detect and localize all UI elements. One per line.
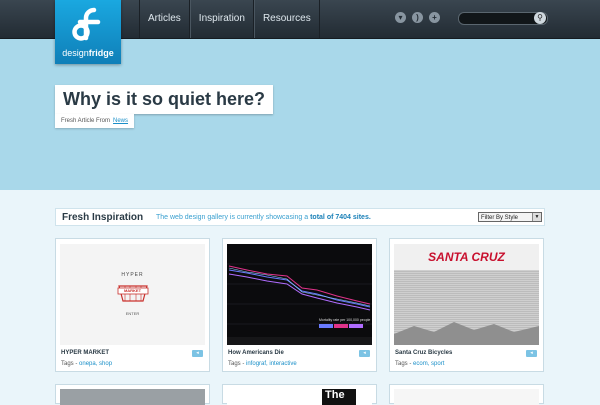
card-thumbnail[interactable] (394, 389, 539, 405)
card-thumbnail[interactable]: The (227, 389, 372, 405)
comment-icon[interactable]: ◂ (526, 350, 537, 357)
nav-resources[interactable]: Resources (253, 0, 320, 38)
site-logo[interactable]: designfridge (55, 0, 121, 64)
chart-caption-text: Mortality rate per 100,000 people (319, 318, 370, 322)
gallery-card-santa-cruz[interactable]: SANTA CRUZ Santa Cruz Bicycles ◂ Tags - … (389, 238, 544, 372)
gallery-card-row2-2[interactable]: The (222, 384, 377, 405)
search-input[interactable] (463, 13, 533, 24)
gallery-card-row2-3[interactable] (389, 384, 544, 405)
gallery-card-row2-1[interactable] (55, 384, 210, 405)
card-title[interactable]: How Americans Die (228, 350, 284, 356)
rss-icon[interactable]: ) (412, 12, 423, 23)
card-title[interactable]: HYPER MARKET (61, 350, 109, 356)
gallery-card-hyper-market[interactable]: HYPER MARKET ENTER HYPER MARKET ◂ Tags -… (55, 238, 210, 372)
gallery-title: Fresh Inspiration (62, 212, 144, 223)
filter-by-style-select[interactable]: Filter By Style ▼ (478, 212, 542, 222)
header-icons: ▾ ) + (395, 12, 440, 23)
logo-df-icon (72, 7, 101, 41)
card-title[interactable]: Santa Cruz Bicycles (395, 350, 452, 356)
main-nav: Articles Inspiration Resources (139, 0, 320, 38)
gallery-description: The web design gallery is currently show… (156, 214, 371, 221)
chevron-down-icon: ▼ (532, 213, 541, 221)
thumb-enter-text: ENTER (125, 311, 140, 316)
card-thumbnail[interactable] (60, 389, 205, 405)
thumb-market-text: MARKET (123, 288, 142, 293)
mountain-silhouette-image (394, 322, 539, 345)
search-icon[interactable]: ⚲ (534, 12, 546, 24)
hero-headline[interactable]: Why is it so quiet here? (55, 85, 274, 114)
nav-articles[interactable]: Articles (139, 0, 190, 38)
thumb-the-text: The (322, 389, 356, 405)
santa-cruz-logo-text: SANTA CRUZ (428, 250, 505, 264)
hero-sub-link[interactable]: News (113, 118, 128, 124)
comment-icon[interactable]: ◂ (192, 350, 203, 357)
logo-wordmark: designfridge (62, 48, 114, 58)
plus-icon[interactable]: + (429, 12, 440, 23)
search-box: ⚲ (458, 12, 548, 25)
card-thumbnail[interactable]: HYPER MARKET ENTER (60, 244, 205, 345)
hero-subline: Fresh Article From News (55, 114, 135, 128)
nav-inspiration[interactable]: Inspiration (189, 0, 254, 38)
hero-sub-prefix: Fresh Article From (61, 118, 111, 124)
card-thumbnail[interactable]: SANTA CRUZ (394, 244, 539, 345)
twitter-icon[interactable]: ▾ (395, 12, 406, 23)
card-thumbnail[interactable]: Mortality rate per 100,000 people (227, 244, 372, 345)
card-tags: Tags - infograf, interactive (228, 361, 297, 367)
card-tags: Tags - ecom, sport (395, 361, 445, 367)
comment-icon[interactable]: ◂ (359, 350, 370, 357)
mortality-chart-image: Mortality rate per 100,000 people (227, 263, 372, 345)
card-tags: Tags - onepa, shop (61, 361, 113, 367)
gallery-card-how-americans-die[interactable]: Mortality rate per 100,000 people How Am… (222, 238, 377, 372)
gallery-header: Fresh Inspiration The web design gallery… (55, 208, 545, 226)
thumb-hyper-text: HYPER (121, 272, 144, 278)
